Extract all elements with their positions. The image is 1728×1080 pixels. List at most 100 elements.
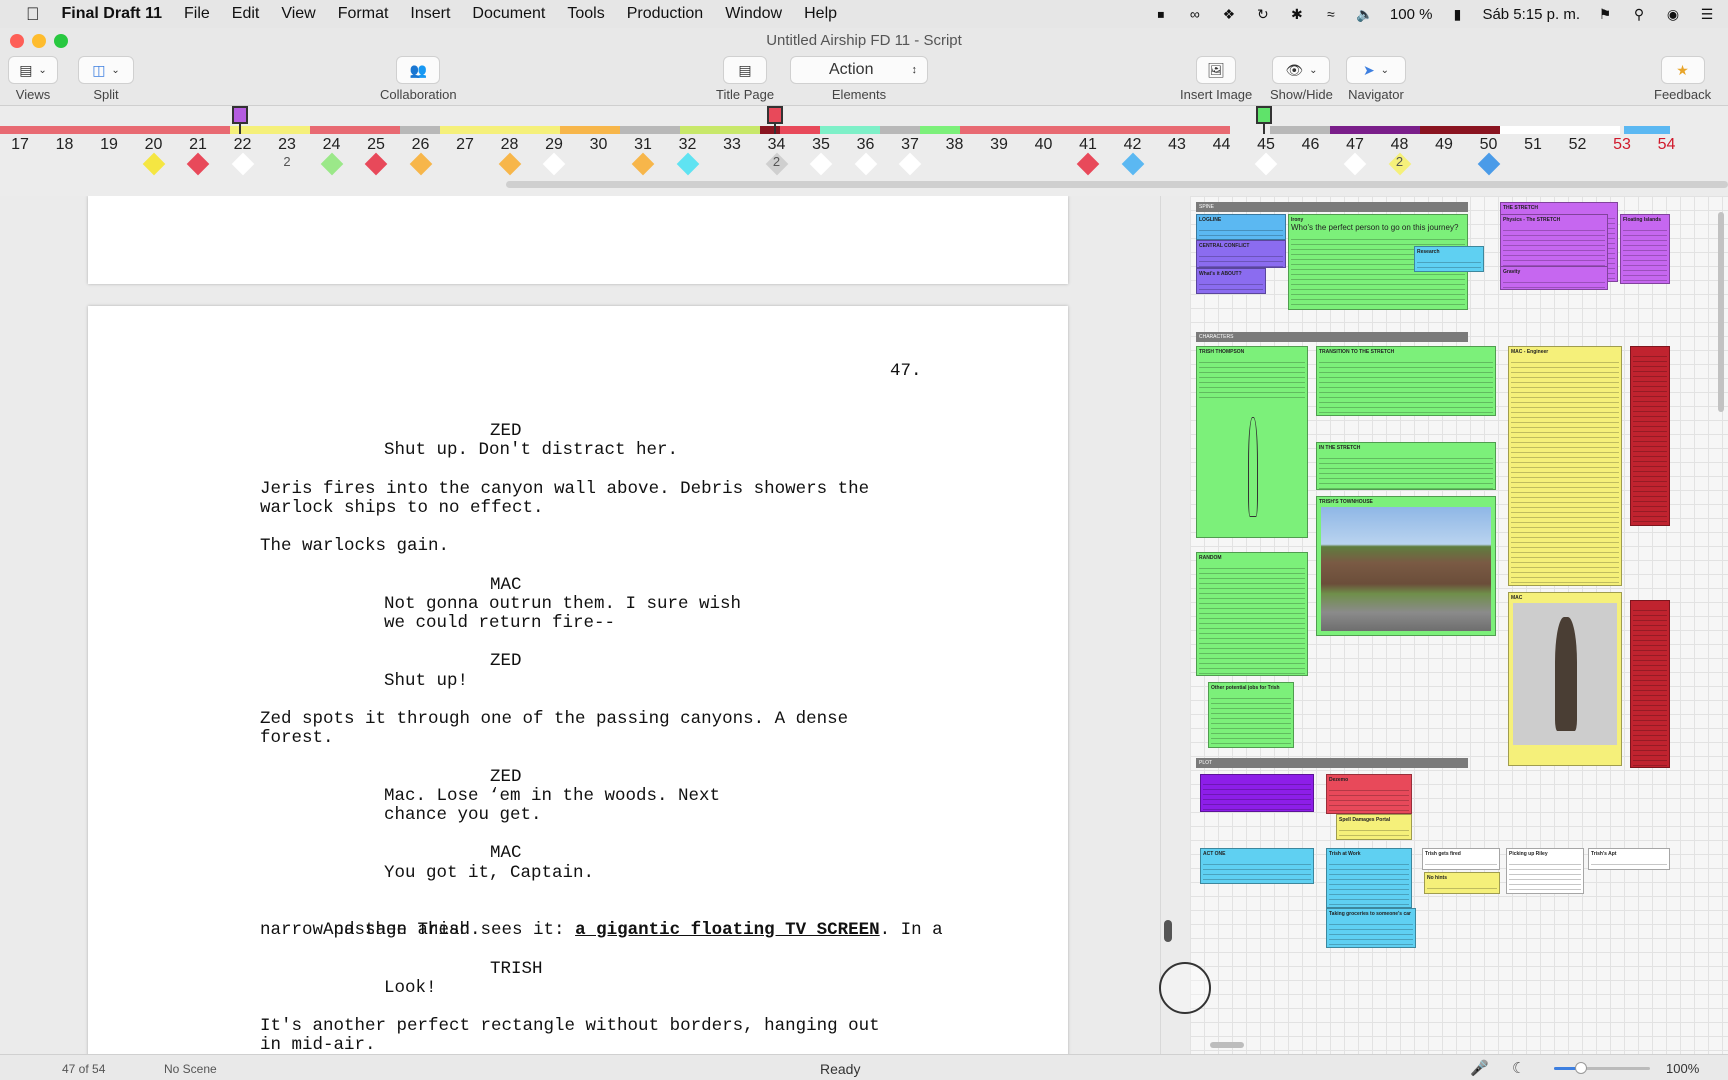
index-card[interactable]: Dezemo bbox=[1326, 774, 1412, 814]
dialogue-line[interactable]: Mac. Lose ‘em in the woods. Next bbox=[384, 786, 720, 806]
beat-diamond[interactable] bbox=[498, 152, 521, 176]
user-avatar-icon[interactable]: ◉ bbox=[1664, 5, 1682, 23]
index-card[interactable]: LOGLINE bbox=[1196, 214, 1286, 240]
timeline-page-53[interactable]: 53 bbox=[1607, 136, 1637, 154]
scene-color-segment[interactable] bbox=[1160, 126, 1230, 134]
elements-select[interactable]: Action ↕ bbox=[790, 56, 928, 84]
scene-color-segment[interactable] bbox=[400, 126, 440, 134]
spotlight-search-icon[interactable]: ⚲ bbox=[1630, 5, 1648, 23]
scene-color-bar[interactable] bbox=[0, 126, 1728, 134]
timeline-page-29[interactable]: 29 bbox=[539, 136, 569, 154]
menu-window[interactable]: Window bbox=[725, 5, 782, 23]
index-card[interactable] bbox=[1200, 774, 1314, 812]
menu-document[interactable]: Document bbox=[472, 5, 545, 23]
index-card[interactable]: RANDOM bbox=[1196, 552, 1308, 676]
title-page-control[interactable]: ▤ Title Page bbox=[716, 56, 774, 102]
timeline-page-47[interactable]: 47 bbox=[1340, 136, 1370, 154]
scene-color-segment[interactable] bbox=[680, 126, 760, 134]
control-center-icon[interactable]: ☰ bbox=[1698, 5, 1716, 23]
scene-color-segment[interactable] bbox=[1500, 126, 1620, 134]
microphone-icon[interactable]: 🎤 bbox=[1470, 1059, 1489, 1077]
index-card[interactable]: What's it ABOUT? bbox=[1196, 268, 1266, 294]
timeline-page-25[interactable]: 25 bbox=[361, 136, 391, 154]
beat-diamond[interactable] bbox=[631, 152, 655, 176]
apple-icon[interactable]:  bbox=[26, 4, 40, 25]
dropbox-icon[interactable]: ❖ bbox=[1220, 5, 1238, 23]
timeline-page-45[interactable]: 45 bbox=[1251, 136, 1281, 154]
index-card[interactable]: Picking up Riley bbox=[1506, 848, 1584, 894]
collaboration-control[interactable]: 👥 Collaboration bbox=[380, 56, 457, 102]
index-card[interactable]: Trish gets fired bbox=[1422, 848, 1500, 870]
scroll-thumb[interactable] bbox=[1164, 920, 1172, 942]
timeline-bookmark-marker[interactable] bbox=[1256, 106, 1272, 134]
menu-help[interactable]: Help bbox=[804, 5, 837, 23]
scene-color-segment[interactable] bbox=[1420, 126, 1500, 134]
timeline-page-52[interactable]: 52 bbox=[1563, 136, 1593, 154]
timeline-page-41[interactable]: 41 bbox=[1073, 136, 1103, 154]
index-card[interactable]: No hints bbox=[1424, 872, 1500, 894]
timeline-page-46[interactable]: 46 bbox=[1296, 136, 1326, 154]
timeline-page-51[interactable]: 51 bbox=[1518, 136, 1548, 154]
beat-diamond[interactable] bbox=[186, 152, 210, 176]
timeline-page-21[interactable]: 21 bbox=[183, 136, 213, 154]
index-card[interactable]: Taking groceries to someone's car bbox=[1326, 908, 1416, 948]
beat-diamond[interactable] bbox=[1254, 152, 1278, 176]
show-hide-control[interactable]: 👁 ⌄ Show/Hide bbox=[1270, 56, 1333, 102]
scene-color-segment[interactable] bbox=[1624, 126, 1670, 134]
beat-diamond[interactable] bbox=[364, 152, 388, 176]
character-line[interactable]: TRISH bbox=[490, 959, 543, 979]
scene-color-segment[interactable] bbox=[310, 126, 350, 134]
scene-color-segment[interactable] bbox=[880, 126, 920, 134]
timeline-bookmark-marker[interactable] bbox=[232, 106, 248, 134]
menu-format[interactable]: Format bbox=[338, 5, 389, 23]
navigator-button[interactable]: ➤ ⌄ bbox=[1346, 56, 1406, 84]
timeline-page-35[interactable]: 35 bbox=[806, 136, 836, 154]
split-control[interactable]: ◫ ⌄ Split bbox=[78, 56, 134, 102]
battery-icon[interactable]: ▮ bbox=[1448, 5, 1466, 23]
beat-diamond[interactable] bbox=[1477, 152, 1500, 176]
battery-percent[interactable]: 100 % bbox=[1390, 6, 1433, 23]
script-editor[interactable]: 47. ZED Shut up. Don't distract her. Jeris… bbox=[0, 196, 1160, 1054]
timeline-page-17[interactable]: 17 bbox=[5, 136, 35, 154]
beat-diamond[interactable] bbox=[231, 152, 254, 176]
page-timeline[interactable]: 17 18 19 20 21 22 23 24 25 26 27 28 29 30 31 32 33 34 35 36… bbox=[0, 106, 1728, 188]
beat-diamond[interactable] bbox=[1121, 152, 1144, 176]
action-line[interactable]: Jeris fires into the canyon wall above. … bbox=[260, 479, 869, 499]
dialogue-line[interactable]: Not gonna outrun them. I sure wish bbox=[384, 594, 741, 614]
beat-diamond[interactable] bbox=[898, 152, 922, 176]
timeline-page-27[interactable]: 27 bbox=[450, 136, 480, 154]
timeline-page-23[interactable]: 23 bbox=[272, 136, 302, 154]
index-card[interactable]: TRANSITION TO THE STRETCH bbox=[1316, 346, 1496, 416]
zoom-slider[interactable] bbox=[1554, 1062, 1650, 1074]
bluetooth-icon[interactable]: ✱ bbox=[1288, 5, 1306, 23]
board-vertical-scrollbar[interactable] bbox=[1718, 212, 1724, 412]
script-page-previous[interactable] bbox=[88, 196, 1068, 284]
action-line[interactable]: It's another perfect rectangle without b… bbox=[260, 1017, 880, 1036]
index-card[interactable]: TRISH THOMPSON bbox=[1196, 346, 1308, 538]
scene-color-segment[interactable] bbox=[780, 126, 820, 134]
navigator-board[interactable]: SPINE CHARACTERS PLOT LOGLINE CENTRAL CO… bbox=[1190, 196, 1728, 1054]
scene-color-segment[interactable] bbox=[620, 126, 680, 134]
elements-control[interactable]: Action ↕ Elements bbox=[790, 56, 928, 102]
dialogue-line[interactable]: Shut up! bbox=[384, 671, 468, 691]
character-line[interactable]: ZED bbox=[490, 767, 522, 787]
wifi-icon[interactable]: ≈ bbox=[1322, 5, 1340, 23]
script-page-current[interactable]: 47. ZED Shut up. Don't distract her. Jeris… bbox=[88, 306, 1068, 1054]
character-line[interactable]: ZED bbox=[490, 422, 522, 441]
sync-icon[interactable]: ↻ bbox=[1254, 5, 1272, 23]
index-card[interactable]: Research bbox=[1414, 246, 1484, 272]
menu-production[interactable]: Production bbox=[627, 5, 704, 23]
index-card[interactable]: Trish's Apt bbox=[1588, 848, 1670, 870]
action-line[interactable]: narrow passage ahead. bbox=[260, 921, 481, 940]
views-button[interactable]: ▤ ⌄ bbox=[8, 56, 58, 84]
menu-view[interactable]: View bbox=[281, 5, 315, 23]
scene-color-segment[interactable] bbox=[820, 126, 880, 134]
dialogue-line[interactable]: Look! bbox=[384, 978, 437, 998]
timeline-page-43[interactable]: 43 bbox=[1162, 136, 1192, 154]
index-card[interactable]: IN THE STRETCH bbox=[1316, 442, 1496, 490]
character-line[interactable]: MAC bbox=[490, 844, 522, 863]
scene-color-segment[interactable] bbox=[760, 126, 780, 134]
timeline-page-40[interactable]: 40 bbox=[1029, 136, 1059, 154]
record-stop-icon[interactable]: ⏹ bbox=[1152, 5, 1170, 23]
index-card[interactable]: ACT ONE bbox=[1200, 848, 1314, 884]
